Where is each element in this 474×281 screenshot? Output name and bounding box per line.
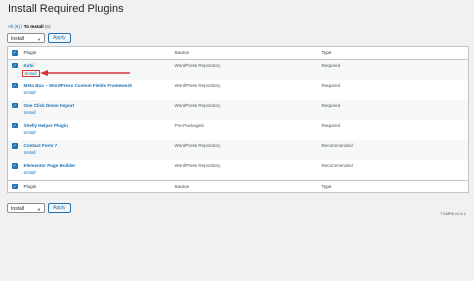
column-type[interactable]: Type	[319, 46, 469, 60]
chevron-down-icon: ▼	[37, 206, 41, 212]
apply-button-top[interactable]: Apply	[48, 33, 71, 43]
checkmark-icon: ✓	[12, 183, 18, 190]
select-all-checkbox-footer[interactable]: ✓	[7, 179, 22, 193]
row-checkbox[interactable]: ✓	[8, 160, 22, 180]
table-row: ✓ Contact Form 7 Install WordPress Repos…	[7, 140, 469, 161]
install-link-highlighted[interactable]: Install	[21, 69, 40, 77]
plugin-name-link[interactable]: Kirki	[24, 63, 171, 68]
version-text: TGMPA v2.6.1	[440, 211, 466, 216]
bulk-actions-top: Install ▼ Apply	[7, 33, 71, 43]
plugin-type: Required	[321, 62, 341, 68]
row-checkbox[interactable]: ✓	[8, 140, 22, 160]
checkmark-icon: ✓	[12, 50, 18, 56]
table-row: ✓ Shelly Helper Plugin Install Pre-Packa…	[8, 120, 469, 140]
plugin-name-link[interactable]: Shelly Helper Plugin	[24, 123, 171, 128]
plugin-source: WordPress Repository	[174, 163, 221, 169]
checkmark-icon: ✓	[12, 143, 18, 149]
plugin-source: WordPress Repository	[174, 82, 221, 88]
column-plugin-footer[interactable]: Plugin	[21, 179, 173, 193]
install-link[interactable]: Install	[24, 110, 36, 115]
checkmark-icon: ✓	[12, 82, 18, 88]
row-checkbox[interactable]: ✓	[8, 100, 22, 120]
plugin-type: Recommended	[321, 143, 353, 149]
install-link[interactable]: Install	[24, 90, 36, 95]
plugin-type: Recommended	[321, 163, 353, 169]
filter-to-install[interactable]: To Install	[24, 24, 44, 29]
bulk-action-select-bottom[interactable]: Install ▼	[7, 203, 45, 213]
plugin-source: WordPress Repository	[174, 102, 221, 108]
annotation-arrow-icon	[40, 70, 130, 76]
checkmark-icon: ✓	[12, 163, 18, 169]
plugin-name-link[interactable]: One Click Demo Import	[24, 103, 171, 108]
plugin-name-link[interactable]: Elementor Page Builder	[24, 163, 171, 168]
bulk-actions-bottom: Install ▼ Apply	[7, 203, 71, 213]
chevron-down-icon: ▼	[37, 36, 41, 42]
row-checkbox[interactable]: ✓	[8, 59, 22, 80]
checkmark-icon: ✓	[12, 122, 18, 129]
plugin-source: WordPress Repository	[174, 143, 221, 149]
plugin-type: Required	[321, 122, 341, 128]
plugin-name-link[interactable]: Meta Box – WordPress Custom Fields Frame…	[24, 83, 171, 88]
table-row: ✓ Meta Box – WordPress Custom Fields Fra…	[8, 80, 469, 100]
plugins-table: ✓ Plugin Source Type ✓ Kirki Install Wor…	[7, 46, 469, 194]
select-all-checkbox[interactable]: ✓	[7, 46, 22, 60]
install-link[interactable]: Install	[24, 130, 36, 135]
install-link[interactable]: Install	[24, 150, 36, 155]
plugin-source: WordPress Repository	[174, 62, 221, 68]
filter-all[interactable]: All (6)	[8, 24, 20, 29]
plugin-name-link[interactable]: Contact Form 7	[24, 143, 171, 148]
checkmark-icon: ✓	[12, 102, 18, 109]
status-filters: All (6) | To Install (6)	[8, 24, 51, 29]
row-checkbox[interactable]: ✓	[8, 120, 22, 140]
install-link[interactable]: Install	[24, 170, 36, 175]
plugin-type: Required	[321, 102, 341, 108]
page-title: Install Required Plugins	[8, 3, 124, 15]
bulk-action-select-top[interactable]: Install ▼	[7, 33, 45, 43]
column-source-footer[interactable]: Source	[172, 179, 320, 193]
table-row: ✓ Elementor Page Builder Install WordPre…	[8, 160, 469, 180]
apply-button-bottom[interactable]: Apply	[48, 203, 71, 213]
row-checkbox[interactable]: ✓	[8, 80, 22, 100]
checkmark-icon: ✓	[12, 62, 18, 68]
plugin-type: Required	[321, 82, 341, 88]
column-type-footer[interactable]: Type	[319, 179, 469, 193]
plugin-source: Pre-Packaged	[174, 122, 204, 128]
column-source[interactable]: Source	[172, 46, 320, 60]
table-row: ✓ One Click Demo Import Install WordPres…	[7, 99, 469, 120]
column-plugin[interactable]: Plugin	[21, 46, 173, 60]
